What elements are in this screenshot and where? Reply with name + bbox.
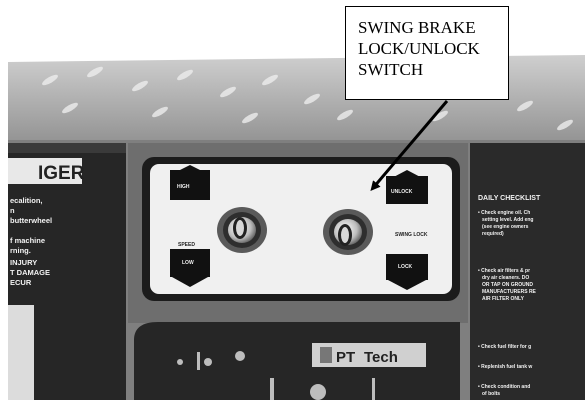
checklist-line: • Check fuel filter for g: [478, 344, 531, 350]
left-panel-heading: IGER: [38, 163, 85, 184]
left-panel-line: ecalition,: [10, 196, 43, 205]
left-panel-line: rning.: [10, 246, 31, 255]
high-button-label: HIGH: [177, 184, 190, 190]
left-panel-line: butterwheel: [10, 216, 52, 225]
pt-tech-logo: PT Tech: [312, 343, 426, 367]
checklist-line: • Check condition and: [478, 384, 530, 390]
callout-line: SWING BRAKE: [358, 18, 476, 37]
checklist-line: (see engine owners: [482, 224, 529, 230]
checklist-line: setting level. Add eng: [482, 217, 534, 223]
checklist-line: required): [482, 231, 504, 237]
left-panel-line: INJURY: [10, 258, 37, 267]
checklist-line: AIR FILTER ONLY: [482, 296, 525, 302]
checklist-line: • Replenish fuel tank w: [478, 364, 532, 370]
low-button-label: LOW: [182, 260, 194, 266]
left-panel-line: ECUR: [10, 278, 32, 287]
left-panel-line: T DAMAGE: [10, 268, 50, 277]
high-button[interactable]: HIGH: [170, 165, 210, 200]
checklist-line: of bolts: [482, 391, 500, 397]
unlock-button-label: UNLOCK: [391, 189, 413, 195]
swing-lock-label: SWING LOCK: [395, 232, 428, 238]
lower-control-panel: PT Tech: [134, 322, 460, 400]
left-panel-line: f machine: [10, 236, 45, 245]
logo-text-pt: PT: [336, 349, 355, 366]
speed-label: SPEED: [178, 242, 195, 248]
swing-lock-toggle-switch[interactable]: [323, 209, 373, 255]
checklist-line: MANUFACTURERS RE: [482, 289, 537, 295]
speed-toggle-switch[interactable]: [217, 207, 267, 253]
logo-text-tech: Tech: [364, 349, 398, 366]
left-panel-line: n: [10, 206, 15, 215]
callout-label-box: SWING BRAKE LOCK/UNLOCK SWITCH: [345, 6, 509, 100]
checklist-line: • Check air filters & pr: [478, 268, 530, 274]
callout-line: SWITCH: [358, 60, 424, 79]
daily-checklist-panel: DAILY CHECKLIST • Check engine oil. Ch s…: [470, 143, 585, 400]
callout-line: LOCK/UNLOCK: [358, 39, 480, 58]
switch-panel: HIGH SPEED LOW UNLOCK SWING LOCK LOCK: [128, 143, 468, 323]
lock-button-label: LOCK: [398, 264, 413, 270]
left-warning-panel: IGER ecalition, n butterwheel f machine …: [8, 143, 126, 400]
checklist-heading: DAILY CHECKLIST: [478, 195, 541, 202]
checklist-line: dry air cleaners. DO: [482, 275, 529, 281]
checklist-line: OR TAP ON GROUND: [482, 282, 533, 288]
checklist-line: • Check engine oil. Ch: [478, 210, 530, 216]
